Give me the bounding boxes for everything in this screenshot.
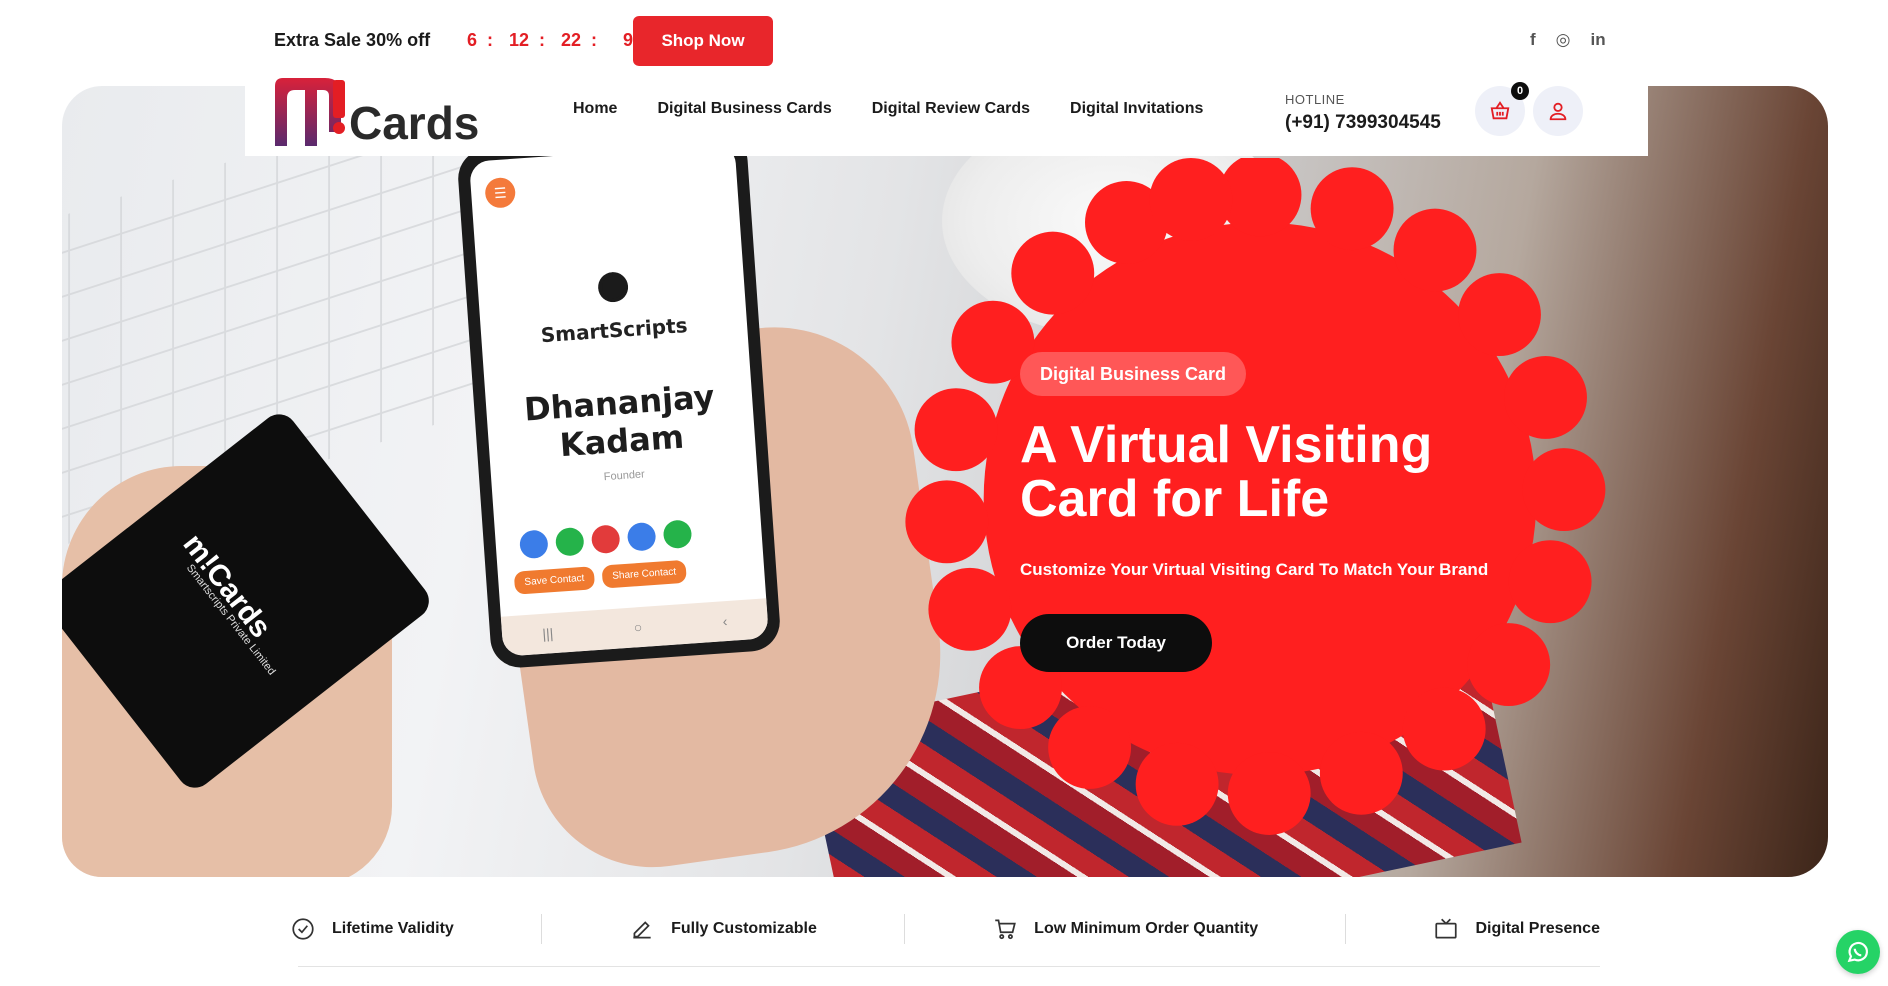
divider [1345,914,1347,944]
shop-now-button[interactable]: Shop Now [633,16,773,66]
nav-digital-review-cards[interactable]: Digital Review Cards [872,100,1030,118]
feature-label: Fully Customizable [671,920,817,937]
contact-icons [518,519,693,560]
whatsapp-icon [1847,941,1868,963]
divider [298,966,1600,967]
hotline-label: HOTLINE [1285,92,1345,107]
tv-icon [1435,918,1458,939]
person-name: Dhananjay Kadam [522,377,716,465]
whatsapp-chat-button[interactable] [1836,930,1880,974]
countdown-days: 6 [466,30,477,50]
site-logo[interactable]: Cards [273,76,479,148]
countdown-minutes: 22 [560,30,581,50]
feature-label: Digital Presence [1475,920,1600,937]
phone-icon [518,529,549,560]
divider [904,914,906,944]
features-strip: Lifetime Validity Fully Customizable Low… [290,904,1600,954]
facebook-icon[interactable]: f [1530,30,1536,50]
main-nav: Home Digital Business Cards Digital Revi… [573,100,1203,118]
phone-screen: ☰ SmartScripts Dhananjay Kadam Founder S… [469,143,769,657]
back-icon: ‹ [722,613,728,630]
top-bar: Extra Sale 30% off 6: 12: 22: 9 Shop Now… [0,0,1888,80]
nav-home[interactable]: Home [573,100,617,118]
sale-text: Extra Sale 30% off [274,30,431,50]
cart-count-badge: 0 [1511,82,1529,100]
countdown-separator: : [539,30,545,50]
countdown-hours: 12 [508,30,529,50]
feature-label: Low Minimum Order Quantity [1034,920,1259,937]
globe-icon [662,519,693,550]
countdown-separator: : [487,30,493,50]
company-name: SmartScripts [539,313,689,348]
feature-item: Fully Customizable [629,916,817,942]
order-today-button[interactable]: Order Today [1020,614,1212,672]
phone-buttons: Save Contact Share Contact [513,559,687,595]
menu-icon: ☰ [484,176,517,209]
recent-apps-icon: ||| [541,625,554,642]
feature-item: Lifetime Validity [290,916,454,942]
share-contact-label: Share Contact [601,559,687,589]
logo-m-icon [275,78,345,146]
social-links: f ◎ in [1530,30,1606,50]
hero-subtitle: Customize Your Virtual Visiting Card To … [1020,560,1489,579]
countdown-separator: : [591,30,597,50]
basket-icon [1490,101,1510,120]
sale-countdown: 6: 12: 22: 9 [455,30,633,51]
main-header: Cards Home Digital Business Cards Digita… [245,72,1648,156]
feature-label: Lifetime Validity [332,920,454,937]
user-icon [1549,102,1567,121]
logo-text: Cards [349,97,480,149]
whatsapp-icon [554,526,585,557]
instagram-icon[interactable]: ◎ [1556,30,1571,50]
save-contact-label: Save Contact [513,566,596,595]
card-logo: m!Cards [176,527,278,645]
linkedin-icon[interactable]: in [1591,30,1606,50]
hotline-number[interactable]: (+91) 7399304545 [1285,112,1441,134]
divider [540,914,542,944]
account-button[interactable] [1533,86,1583,136]
company-logo-icon [597,271,630,304]
cart-icon [995,919,1017,940]
feature-item: Digital Presence [1433,916,1600,942]
hero-pill-label: Digital Business Card [1020,352,1247,396]
nav-digital-business-cards[interactable]: Digital Business Cards [657,100,831,118]
feature-item: Low Minimum Order Quantity [992,916,1258,942]
check-badge-icon [292,918,314,940]
location-icon [626,521,657,552]
countdown-seconds: 9 [622,30,633,50]
nav-digital-invitations[interactable]: Digital Invitations [1070,100,1203,118]
hero-title: A Virtual Visiting Card for Life [1020,416,1433,528]
phone-nav-bar: ||| ○ ‹ [500,598,769,657]
phone-mockup: ☰ SmartScripts Dhananjay Kadam Founder S… [456,130,782,670]
email-icon [590,524,621,555]
home-icon: ○ [633,618,643,636]
edit-icon [633,921,651,939]
